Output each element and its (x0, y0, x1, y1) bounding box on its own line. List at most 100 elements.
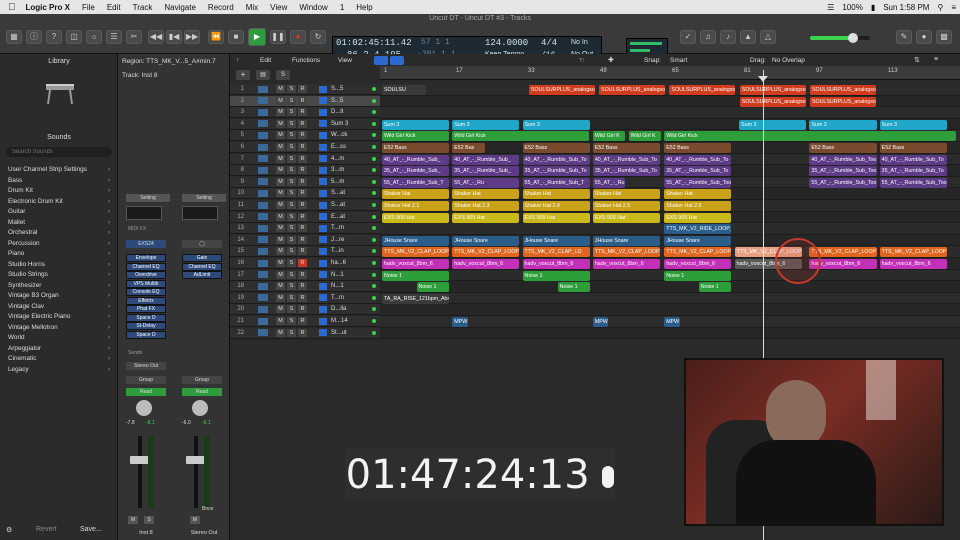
mute-button[interactable]: M (276, 96, 285, 105)
drag-select[interactable]: No Overlap (772, 57, 805, 64)
mute-button[interactable]: M (276, 293, 285, 302)
track-header[interactable]: 6 M S R E...ss (230, 142, 380, 153)
region[interactable]: EXS 909 Hat (382, 212, 450, 223)
solo-button[interactable]: S (287, 85, 296, 93)
region[interactable]: MPW (664, 317, 680, 327)
eq-thumbnail-left[interactable] (126, 206, 162, 220)
track-lane[interactable] (380, 281, 960, 293)
library-item[interactable]: Arpeggiator › (8, 345, 112, 352)
stop-button[interactable]: ■ (228, 30, 244, 44)
library-item[interactable]: Drum Kit › (8, 187, 112, 194)
track-header[interactable]: 13 M S R T...m (230, 223, 380, 235)
metronome-button[interactable]: △ (760, 30, 776, 44)
region[interactable]: Sum 3 (739, 119, 807, 130)
region[interactable]: 35_AT_-_Rumble_Sub_To (879, 166, 947, 177)
solo-button-inspector[interactable]: S (144, 516, 154, 524)
master-volume-slider[interactable] (810, 33, 870, 43)
region[interactable]: Noise 1 (416, 282, 450, 293)
track-header[interactable]: 5 M S R W...ck (230, 130, 380, 142)
menu-edit[interactable]: Edit (101, 3, 127, 12)
automation-read-right[interactable]: Read (182, 388, 222, 396)
eq-thumbnail-right[interactable] (182, 206, 218, 220)
record-enable-button[interactable]: R (298, 166, 307, 175)
browser-button[interactable]: ▩ (936, 30, 952, 44)
pan-knob-right[interactable] (192, 400, 208, 416)
region[interactable]: hadv_voxcut_8bm_6 (664, 259, 732, 269)
solo-button[interactable]: S (287, 282, 296, 291)
mute-button[interactable]: M (276, 177, 285, 186)
loop-browser-button[interactable]: ● (916, 30, 932, 44)
region[interactable]: hadv_voxcut_8bm_6 (382, 259, 450, 269)
library-item[interactable]: Studio Horns › (8, 261, 112, 268)
track-plugin-icon[interactable] (319, 97, 327, 105)
setting-button-left[interactable]: Setting (126, 194, 170, 202)
region[interactable]: JHouse Snare (522, 235, 590, 246)
track-name[interactable]: D...lt (331, 109, 343, 115)
global-tracks-button[interactable]: ▤ (256, 70, 270, 80)
region[interactable]: TTS_MK_V2_CLAP_LOOP (382, 247, 450, 258)
mute-button[interactable]: M (276, 108, 285, 117)
pencil-tool-icon[interactable]: ✚ (608, 56, 614, 64)
link-icon[interactable]: ◯ (182, 240, 222, 248)
menu-view[interactable]: View (264, 3, 293, 12)
track-plugin-icon[interactable] (319, 329, 327, 337)
insert-plugin-slot[interactable]: Channel EQ (126, 262, 166, 271)
solo-button[interactable]: S (287, 259, 296, 267)
mute-button[interactable]: M (276, 166, 285, 175)
region[interactable]: 55_AT_-_Rumble_Sub_T (522, 177, 590, 188)
region[interactable]: Shaker Hat (664, 189, 732, 200)
region[interactable]: Noise 1 (698, 282, 732, 293)
region[interactable]: 40_AT_-_Rumble_Sub_To (664, 154, 732, 165)
region[interactable]: 35_AT_-_Rumble_Sub_ (382, 166, 450, 177)
region[interactable]: Noise 1 (382, 270, 450, 281)
solo-global-button[interactable]: S (276, 70, 290, 80)
record-enable-button[interactable]: R (298, 235, 307, 244)
mute-button[interactable]: M (276, 201, 285, 209)
region[interactable]: JHouse Snare (592, 235, 660, 246)
track-header[interactable]: 12 M S R E...at (230, 211, 380, 223)
region[interactable]: Shaker Hat (382, 189, 450, 200)
region[interactable]: hadv_voxcut_8bm_6 (879, 259, 947, 269)
library-item[interactable]: Vintage Clav › (8, 303, 112, 310)
track-header[interactable]: 20 M S R D...lla (230, 304, 380, 316)
record-enable-button[interactable]: R (298, 293, 307, 302)
track-plugin-icon[interactable] (319, 108, 327, 116)
insert-plugin-slot[interactable]: Gain (182, 254, 222, 262)
track-plugin-icon[interactable] (319, 305, 327, 313)
record-enable-button[interactable]: R (298, 305, 307, 314)
mute-button[interactable]: M (276, 305, 285, 314)
insert-plugin-slot[interactable]: Channel EQ (182, 262, 222, 271)
library-item[interactable]: Vintage Mellotron › (8, 324, 112, 331)
region[interactable]: TTS_MK_V2_RIDE_LOOP_THE_JUICE_F (664, 224, 732, 235)
mute-button[interactable]: M (276, 247, 285, 256)
track-name[interactable]: T...m (331, 295, 344, 301)
track-plugin-icon[interactable] (319, 189, 327, 197)
save-button[interactable]: Save... (80, 526, 102, 533)
solo-button[interactable]: S (287, 235, 296, 244)
record-enable-button[interactable]: R (298, 154, 307, 163)
track-plugin-icon[interactable] (319, 178, 327, 186)
region[interactable]: Shaker Hat (592, 189, 660, 200)
automation-read-left[interactable]: Read (126, 388, 166, 396)
track-name[interactable]: J...re (331, 237, 344, 243)
edit-menu[interactable]: Edit (260, 57, 271, 64)
region[interactable]: 40_AT_-_Rumble_Sub_Too (809, 154, 877, 165)
tempo-value[interactable]: 124.0000 (485, 38, 528, 48)
region[interactable]: 40_AT_-_Rumble_Sub_To (592, 154, 660, 165)
track-name[interactable]: 4...m (331, 156, 344, 162)
mute-button[interactable]: M (276, 235, 285, 244)
track-header[interactable]: 15 M S R T...in (230, 246, 380, 258)
editors-button[interactable]: ✂ (126, 30, 142, 44)
track-header[interactable]: 9 M S R 5...m (230, 176, 380, 188)
menu-track[interactable]: Track (127, 3, 159, 12)
insert-plugin-slot[interactable]: St-Delay (126, 322, 166, 330)
region[interactable]: hadv_voxcut_8bm_6 (592, 259, 660, 269)
mute-button[interactable]: M (276, 189, 285, 198)
menu-navigate[interactable]: Navigate (158, 3, 202, 12)
functions-menu[interactable]: Functions (292, 57, 320, 64)
record-enable-button[interactable]: R (298, 259, 307, 267)
snap-select[interactable]: Smart (670, 57, 687, 64)
play-button[interactable]: ▶ (248, 28, 266, 46)
track-header[interactable]: 10 M S R S...at (230, 188, 380, 200)
record-enable-button[interactable]: R (298, 177, 307, 186)
